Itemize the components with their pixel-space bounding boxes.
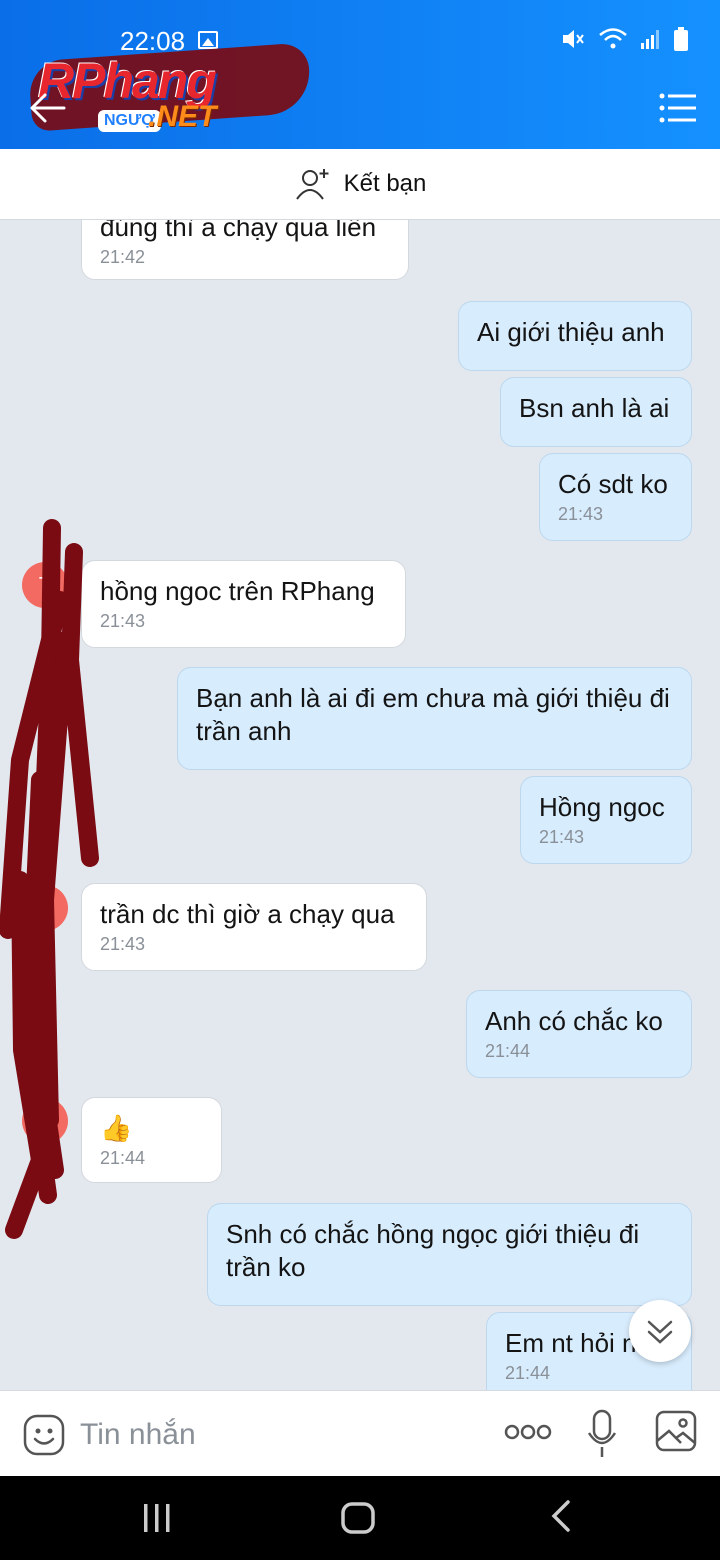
message-time: 21:43 (539, 827, 585, 847)
avatar[interactable]: T (22, 562, 68, 608)
message-bubble-outgoing[interactable]: Có sdt ko 21:43 (539, 453, 692, 541)
message-time: 21:43 (558, 504, 604, 524)
message-input[interactable] (80, 1413, 460, 1457)
microphone-icon[interactable] (586, 1407, 618, 1459)
add-friend-icon (295, 169, 329, 200)
message-bubble-incoming[interactable]: hồng ngoc trên RPhang 21:43 (81, 560, 406, 648)
message-time: 21:44 (505, 1363, 551, 1383)
logo-net-text: .NET (148, 100, 217, 133)
message-text: Bạn anh là ai đi em chưa mà giới thiệu đ… (196, 683, 670, 746)
back-icon[interactable] (546, 1496, 574, 1536)
message-text: Anh có chắc ko (485, 1006, 663, 1036)
message-text: Bsn anh là ai (519, 393, 670, 423)
message-bubble-outgoing[interactable]: Bạn anh là ai đi em chưa mà giới thiệu đ… (177, 667, 692, 770)
message-text: Hồng ngoc (539, 792, 665, 822)
mute-icon (563, 30, 584, 48)
more-options-icon[interactable] (504, 1421, 552, 1443)
message-bubble-incoming[interactable]: trần dc thì giờ a chạy qua 21:43 (81, 883, 427, 971)
message-time: 21:44 (100, 1148, 146, 1168)
message-input-bar (0, 1390, 720, 1476)
message-text: Snh có chắc hồng ngọc giới thiệu đi trần… (226, 1219, 640, 1282)
message-bubble-outgoing[interactable]: Bsn anh là ai (500, 377, 692, 447)
thumbs-up-icon: 👍 (100, 1113, 133, 1143)
message-bubble-outgoing[interactable]: Anh có chắc ko 21:44 (466, 990, 692, 1078)
home-icon[interactable] (340, 1498, 376, 1538)
message-text: Ai giới thiệu anh (477, 317, 665, 347)
message-text: Em nt hỏi n (505, 1328, 637, 1358)
add-friend-bar[interactable]: Kết bạn (0, 149, 720, 220)
message-bubble-incoming[interactable]: 👍 21:44 (81, 1097, 222, 1183)
menu-icon[interactable] (658, 88, 698, 128)
chevron-double-down-icon (647, 1320, 673, 1344)
message-time: 21:43 (100, 611, 146, 631)
message-text: trần dc thì giờ a chạy qua (100, 899, 395, 929)
scroll-down-button[interactable] (629, 1300, 691, 1362)
message-text: Có sdt ko (558, 469, 668, 499)
message-bubble-outgoing[interactable]: Snh có chắc hồng ngọc giới thiệu đi trần… (207, 1203, 692, 1306)
message-bubble-incoming[interactable]: đúng thì a chạy qua liền 21:42 (81, 220, 409, 280)
message-time: 21:43 (100, 934, 146, 954)
back-arrow-icon[interactable] (26, 86, 70, 130)
add-friend-label: Kết bạn (343, 170, 427, 197)
avatar[interactable]: T (22, 885, 68, 931)
gallery-notification-icon (198, 31, 218, 49)
app-header: 22:08 RPhang NGƯỢ .NET (0, 0, 720, 149)
system-navigation-bar (0, 1476, 720, 1560)
battery-icon (674, 27, 688, 51)
message-bubble-outgoing[interactable]: Ai giới thiệu anh (458, 301, 692, 371)
recent-apps-icon[interactable] (142, 1498, 172, 1538)
image-icon[interactable] (654, 1409, 698, 1453)
emoji-icon[interactable] (22, 1413, 66, 1457)
message-time: 21:42 (100, 247, 146, 267)
status-icons (560, 26, 688, 52)
wifi-icon (599, 28, 627, 49)
signal-icon (641, 30, 659, 49)
chat-messages[interactable]: đúng thì a chạy qua liền 21:42 Ai giới t… (0, 220, 720, 1390)
message-text: hồng ngoc trên RPhang (100, 576, 375, 606)
message-text: đúng thì a chạy qua liền (100, 220, 377, 242)
avatar[interactable]: T (22, 1098, 68, 1144)
message-time: 21:44 (485, 1041, 531, 1061)
message-bubble-outgoing[interactable]: Hồng ngoc 21:43 (520, 776, 692, 864)
